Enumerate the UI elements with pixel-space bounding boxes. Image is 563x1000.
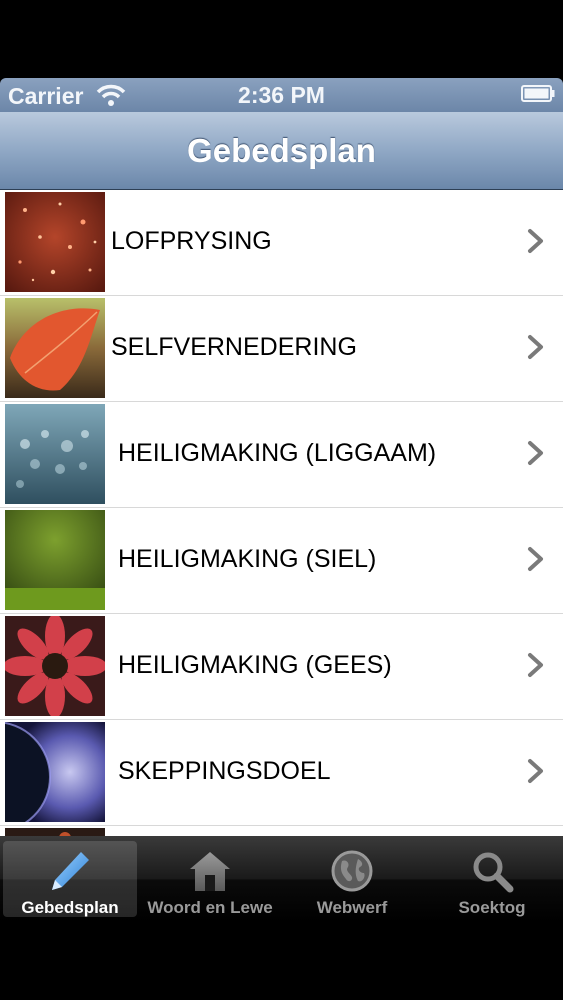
- list-item[interactable]: HEILIGMAKING (LIGGAAM): [0, 402, 563, 508]
- status-bar: Carrier 2:36 PM: [0, 78, 563, 112]
- top-letterbox: [0, 0, 563, 78]
- chevron-right-icon: [528, 653, 543, 677]
- list-item-label: SELFVERNEDERING: [111, 333, 357, 361]
- red-leaf-photo: [5, 298, 105, 398]
- red-flower-photo: [5, 616, 105, 716]
- list-item-label: LOFPRYSING: [111, 227, 272, 255]
- prayer-list: LOFPRYSING SELFVERNEDERING HEILIGMAKING …: [0, 190, 563, 836]
- list-item-label: HEILIGMAKING (SIEL): [118, 545, 377, 573]
- chevron-right-icon: [528, 229, 543, 253]
- status-time: 2:36 PM: [238, 82, 325, 108]
- thumbnail-image: [5, 828, 105, 836]
- battery-icon: [521, 85, 555, 102]
- tab-gebedsplan[interactable]: Gebedsplan: [3, 841, 137, 917]
- tab-woord-en-lewe[interactable]: Woord en Lewe: [143, 841, 277, 917]
- tab-label: Webwerf: [316, 898, 388, 917]
- list-item[interactable]: SELFVERNEDERING: [0, 296, 563, 402]
- tab-label: Soektog: [458, 898, 526, 917]
- tab-label: Woord en Lewe: [147, 898, 273, 917]
- tab-webwerf[interactable]: Webwerf: [285, 841, 419, 917]
- navigation-bar: Gebedsplan: [0, 112, 563, 190]
- green-grass-photo: [5, 510, 105, 610]
- list-item[interactable]: HEILIGMAKING (GEES): [0, 614, 563, 720]
- list-item-label: HEILIGMAKING (GEES): [118, 651, 392, 679]
- house-icon: [190, 852, 230, 891]
- sparkle-red-photo: [5, 192, 105, 292]
- tab-soektog[interactable]: Soektog: [425, 841, 559, 917]
- globe-icon: [331, 850, 373, 892]
- list-item-label: HEILIGMAKING (LIGGAAM): [118, 439, 437, 467]
- chevron-right-icon: [528, 441, 543, 465]
- water-splash-photo: [5, 404, 105, 504]
- list-item[interactable]: LOFPRYSING: [0, 190, 563, 296]
- chevron-right-icon: [528, 547, 543, 571]
- page-title: Gebedsplan: [187, 132, 376, 169]
- list-item[interactable]: HEILIGMAKING (SIEL): [0, 508, 563, 614]
- chevron-right-icon: [528, 335, 543, 359]
- tab-label: Gebedsplan: [21, 898, 119, 917]
- list-item-label: SKEPPINGSDOEL: [118, 757, 331, 785]
- list-item[interactable]: [0, 826, 563, 836]
- magnifier-icon: [473, 852, 514, 893]
- bottom-letterbox: [0, 922, 563, 1000]
- list-item[interactable]: SKEPPINGSDOEL: [0, 720, 563, 826]
- tab-bar: Gebedsplan Woord en Lewe Webwerf Soektog: [0, 836, 563, 922]
- pencil-icon: [52, 852, 89, 890]
- planet-glow-photo: [5, 722, 105, 822]
- chevron-right-icon: [528, 759, 543, 783]
